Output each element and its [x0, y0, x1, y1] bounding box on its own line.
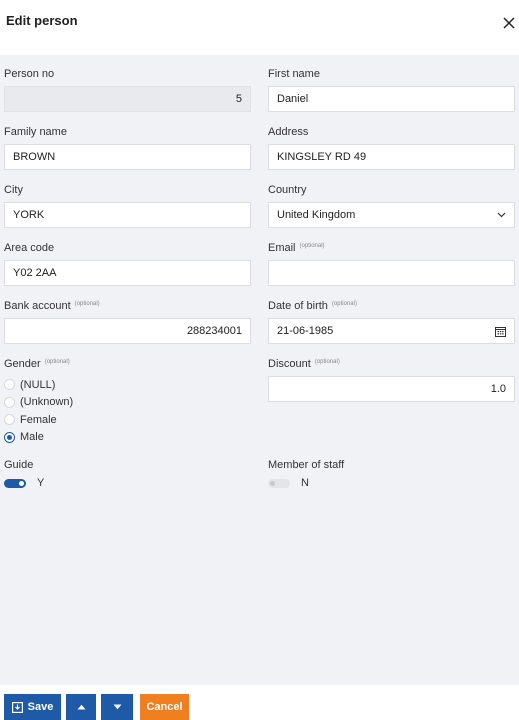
family-name-input[interactable]: BROWN: [4, 144, 251, 170]
member-of-staff-state: N: [301, 477, 309, 489]
address-label: Address: [268, 126, 309, 138]
cancel-label: Cancel: [146, 701, 183, 713]
first-name-field: First name Daniel: [268, 68, 515, 112]
country-value: United Kingdom: [277, 209, 356, 221]
email-field: Email (optional): [268, 242, 515, 286]
first-name-label: First name: [268, 68, 320, 80]
discount-input[interactable]: 1.0: [268, 376, 515, 402]
area-code-field: Area code Y02 2AA: [4, 242, 251, 286]
family-name-field: Family name BROWN: [4, 126, 251, 170]
gender-option-unknown[interactable]: (Unknown): [4, 394, 251, 412]
guide-state: Y: [37, 477, 45, 489]
chevron-down-icon: [497, 212, 506, 218]
arrow-down-icon: [113, 704, 121, 710]
email-label-text: Email: [268, 242, 296, 254]
gender-label-text: Gender: [4, 358, 41, 370]
email-input[interactable]: [268, 260, 515, 286]
guide-toggle[interactable]: [4, 478, 26, 488]
country-field: Country United Kingdom: [268, 184, 515, 228]
address-input[interactable]: KINGSLEY RD 49: [268, 144, 515, 170]
save-button[interactable]: Save: [4, 694, 61, 720]
member-of-staff-toggle-row: N: [268, 477, 515, 489]
country-select[interactable]: United Kingdom: [268, 202, 515, 228]
arrow-up-icon: [77, 704, 85, 710]
bank-account-input[interactable]: 288234001: [4, 318, 251, 344]
guide-toggle-row: Y: [4, 477, 251, 489]
move-up-button[interactable]: [66, 694, 96, 720]
dialog-title: Edit person: [6, 13, 78, 28]
close-icon[interactable]: [502, 16, 516, 30]
country-label: Country: [268, 184, 307, 196]
optional-hint: (optional): [74, 301, 100, 307]
dialog-header: Edit person: [0, 0, 519, 55]
optional-hint: (optional): [299, 243, 325, 249]
gender-option-label: (NULL): [20, 378, 56, 391]
address-field: Address KINGSLEY RD 49: [268, 126, 515, 170]
gender-option-label: (Unknown): [20, 396, 74, 409]
radio-button[interactable]: [4, 414, 15, 426]
bank-account-label-text: Bank account: [4, 300, 71, 312]
email-label: Email (optional): [268, 242, 515, 260]
date-of-birth-field: Date of birth (optional) 21-06-1985: [268, 300, 515, 344]
date-of-birth-label: Date of birth (optional): [268, 300, 515, 318]
cancel-button[interactable]: Cancel: [140, 694, 189, 720]
optional-hint: (optional): [314, 359, 340, 365]
date-of-birth-value: 21-06-1985: [277, 325, 334, 337]
optional-hint: (optional): [44, 359, 70, 365]
save-label: Save: [27, 701, 54, 713]
dialog-footer: Save Cancel: [0, 685, 519, 720]
city-input[interactable]: YORK: [4, 202, 251, 228]
radio-button[interactable]: [4, 396, 15, 408]
gender-field: Gender (optional) (NULL) (Unknown) Female…: [4, 358, 251, 446]
person-no-input: 5: [4, 86, 251, 112]
city-label: City: [4, 184, 23, 196]
family-name-label: Family name: [4, 126, 67, 138]
area-code-input[interactable]: Y02 2AA: [4, 260, 251, 286]
member-of-staff-label: Member of staff: [268, 459, 345, 471]
gender-option-male[interactable]: Male: [4, 429, 251, 447]
member-of-staff-toggle[interactable]: [268, 478, 290, 488]
gender-option-female[interactable]: Female: [4, 411, 251, 429]
gender-option-label: Female: [20, 413, 57, 426]
date-of-birth-input[interactable]: 21-06-1985: [268, 318, 515, 344]
gender-option-null[interactable]: (NULL): [4, 376, 251, 394]
gender-option-label: Male: [20, 431, 44, 444]
bank-account-label: Bank account (optional): [4, 300, 251, 318]
area-code-label: Area code: [4, 242, 55, 254]
move-down-button[interactable]: [101, 694, 133, 720]
guide-label: Guide: [4, 459, 34, 471]
discount-field: Discount (optional) 1.0: [268, 358, 515, 402]
optional-hint: (optional): [331, 301, 357, 307]
discount-label: Discount (optional): [268, 358, 515, 376]
city-field: City YORK: [4, 184, 251, 228]
member-of-staff-field: Member of staff N: [268, 459, 515, 489]
person-no-label: Person no: [4, 68, 55, 80]
radio-button[interactable]: [4, 379, 15, 391]
gender-label: Gender (optional): [4, 358, 251, 376]
person-no-field: Person no 5: [4, 68, 251, 112]
first-name-input[interactable]: Daniel: [268, 86, 515, 112]
guide-field: Guide Y: [4, 459, 251, 489]
bank-account-field: Bank account (optional) 288234001: [4, 300, 251, 344]
calendar-icon[interactable]: [495, 326, 506, 337]
date-of-birth-label-text: Date of birth: [268, 300, 328, 312]
discount-label-text: Discount: [268, 358, 311, 370]
radio-button-selected[interactable]: [4, 431, 15, 443]
save-icon: [11, 701, 23, 713]
